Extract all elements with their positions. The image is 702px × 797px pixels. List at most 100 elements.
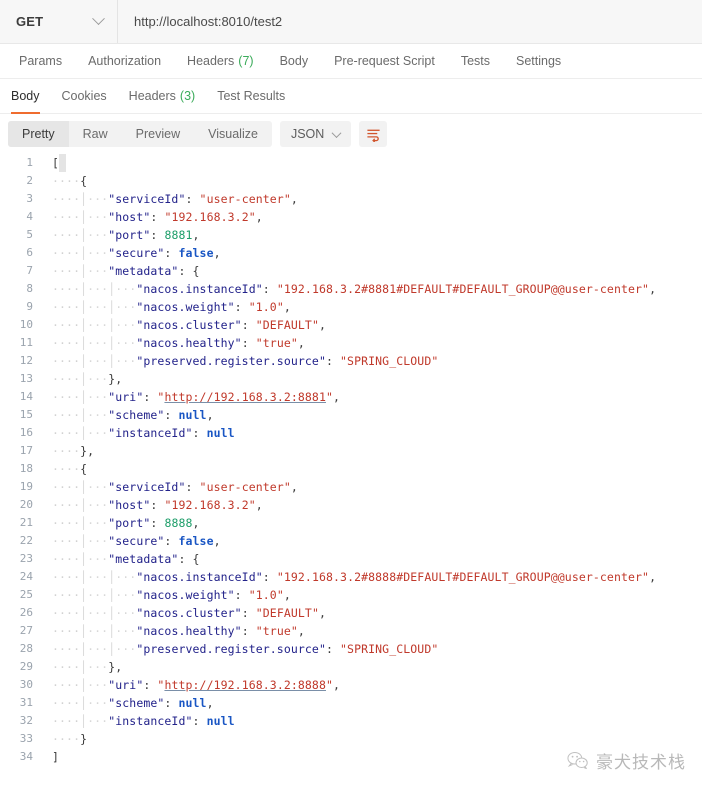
token-p: : xyxy=(164,408,179,422)
indent-guide: │··· xyxy=(80,498,109,512)
language-selector[interactable]: JSON xyxy=(279,121,352,147)
token-p: , xyxy=(255,210,263,224)
code-line: 8 ····│···│···"nacos.instanceId": "192.16… xyxy=(0,280,702,298)
indent-guide: │··· xyxy=(80,336,109,350)
wrap-text-button[interactable] xyxy=(359,121,388,147)
request-tab-params[interactable]: Params xyxy=(6,44,75,78)
indent-guide: │··· xyxy=(80,588,109,602)
request-tab-label: Pre-request Script xyxy=(334,54,435,68)
code-line-content: ····│···│···"nacos.cluster": "DEFAULT", xyxy=(44,604,326,622)
line-number: 6 xyxy=(26,246,33,259)
line-number: 19 xyxy=(19,480,33,493)
response-tab-count: (3) xyxy=(179,89,196,103)
token-p: , xyxy=(290,480,298,494)
code-line: 1[ xyxy=(0,154,702,172)
token-k: "nacos.instanceId" xyxy=(136,570,263,584)
code-line-content: ····│···"metadata": { xyxy=(44,262,200,280)
indent-guide: │··· xyxy=(80,516,109,530)
code-line-content: ····│···"uri": "http://192.168.3.2:8888"… xyxy=(44,676,340,694)
code-line-content: ····}, xyxy=(44,442,94,460)
token-b: false xyxy=(178,534,214,548)
token-b: null xyxy=(178,408,207,422)
token-p: : xyxy=(192,426,207,440)
text-cursor xyxy=(59,154,67,172)
response-tab-headers[interactable]: Headers (3) xyxy=(118,79,207,113)
token-lnk[interactable]: http://192.168.3.2:8888 xyxy=(164,678,326,692)
token-k: "uri" xyxy=(108,390,144,404)
response-body-code-viewer[interactable]: 1[ 2 ····{3 ····│···"serviceId": "user-cen… xyxy=(0,154,702,789)
view-mode-pretty[interactable]: Pretty xyxy=(8,121,69,147)
token-p: , xyxy=(333,390,341,404)
token-p: ] xyxy=(52,750,60,764)
token-p: : xyxy=(241,318,256,332)
token-p: : xyxy=(150,210,165,224)
line-number: 29 xyxy=(19,660,33,673)
response-tab-body[interactable]: Body xyxy=(0,79,51,114)
token-s: "192.168.3.2" xyxy=(164,498,256,512)
token-p: : xyxy=(192,714,207,728)
indent-guide: │··· xyxy=(80,714,109,728)
token-p: : xyxy=(325,642,341,656)
response-tab-cookies[interactable]: Cookies xyxy=(51,79,118,113)
token-p: : xyxy=(234,300,249,314)
token-s: " xyxy=(325,678,334,692)
line-number: 4 xyxy=(26,210,33,223)
line-number: 10 xyxy=(19,318,33,331)
token-k: "metadata" xyxy=(108,264,179,278)
token-p: : xyxy=(143,678,158,692)
code-line-content: ····│···"instanceId": null xyxy=(44,424,235,442)
token-lnk[interactable]: http://192.168.3.2:8881 xyxy=(164,390,326,404)
token-p: : xyxy=(150,498,165,512)
code-line-content: ····│···"host": "192.168.3.2", xyxy=(44,496,263,514)
code-line: 4 ····│···"host": "192.168.3.2", xyxy=(0,208,702,226)
token-p: , xyxy=(206,696,214,710)
indent-dots: ···· xyxy=(52,444,81,458)
indent-dots: ···· xyxy=(52,336,81,350)
token-k: "nacos.weight" xyxy=(136,588,235,602)
request-url-input[interactable]: http://localhost:8010/test2 xyxy=(118,0,702,43)
indent-guide: │··· xyxy=(80,426,109,440)
view-mode-segmented-control: Pretty Raw Preview Visualize xyxy=(8,121,272,147)
token-k: "nacos.weight" xyxy=(136,300,235,314)
code-line: 15 ····│···"scheme": null, xyxy=(0,406,702,424)
request-tab-body[interactable]: Body xyxy=(267,44,322,78)
response-format-toolbar: Pretty Raw Preview Visualize JSON xyxy=(0,114,702,154)
indent-guide: │··· xyxy=(80,552,109,566)
code-line-content: ····│···}, xyxy=(44,370,122,388)
indent-dots: ···· xyxy=(52,660,81,674)
indent-guide: │··· xyxy=(80,606,109,620)
code-line: 33 ····} xyxy=(0,730,702,748)
code-line: 34] xyxy=(0,748,702,766)
http-method-selector[interactable]: GET xyxy=(0,0,118,43)
request-tab-label: Settings xyxy=(516,54,562,68)
code-line: 17 ····}, xyxy=(0,442,702,460)
request-tab-tests[interactable]: Tests xyxy=(448,44,503,78)
view-mode-preview[interactable]: Preview xyxy=(122,121,194,147)
indent-dots: ···· xyxy=(52,480,81,494)
line-number: 24 xyxy=(19,570,33,583)
indent-dots: ···· xyxy=(52,570,81,584)
view-mode-raw[interactable]: Raw xyxy=(69,121,122,147)
request-tab-authorization[interactable]: Authorization xyxy=(75,44,174,78)
line-number: 2 xyxy=(26,174,33,187)
code-line: 32 ····│···"instanceId": null xyxy=(0,712,702,730)
request-url-bar: GET http://localhost:8010/test2 xyxy=(0,0,702,44)
code-line: 29 ····│···}, xyxy=(0,658,702,676)
indent-dots: ···· xyxy=(52,624,81,638)
request-tab-pre-request-script[interactable]: Pre-request Script xyxy=(321,44,448,78)
code-line: 21 ····│···"port": 8888, xyxy=(0,514,702,532)
indent-guide: │··· xyxy=(80,210,109,224)
indent-dots: ···· xyxy=(52,642,81,656)
indent-guide: │··· xyxy=(80,642,109,656)
response-tab-test-results[interactable]: Test Results xyxy=(206,79,296,113)
indent-guide: │··· xyxy=(108,588,137,602)
request-tab-settings[interactable]: Settings xyxy=(503,44,574,78)
request-tab-headers[interactable]: Headers (7) xyxy=(174,44,267,78)
indent-guide: │··· xyxy=(80,480,109,494)
view-mode-visualize[interactable]: Visualize xyxy=(194,121,272,147)
indent-guide: │··· xyxy=(80,624,109,638)
indent-dots: ···· xyxy=(52,678,81,692)
token-s: "SPRING_CLOUD" xyxy=(340,354,439,368)
code-line: 22 ····│···"secure": false, xyxy=(0,532,702,550)
indent-dots: ···· xyxy=(52,282,81,296)
